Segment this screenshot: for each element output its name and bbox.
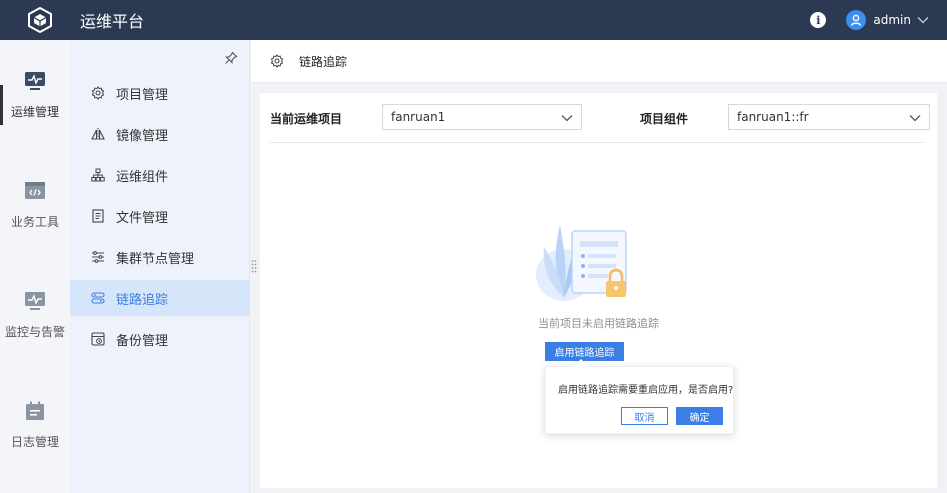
sliders-icon xyxy=(90,249,106,265)
menu-item-project[interactable]: 项目管理 xyxy=(70,75,249,111)
menu-item-tracing[interactable]: 链路追踪 xyxy=(70,280,249,316)
mirror-icon xyxy=(90,126,106,142)
rail-item-label: 日志管理 xyxy=(10,434,59,449)
code-window-icon xyxy=(25,181,45,199)
menu-item-label: 链路追踪 xyxy=(116,292,169,308)
rail-item-monitoring[interactable]: 监控与告警 xyxy=(0,260,70,370)
monitor-pulse-icon xyxy=(25,71,45,90)
top-bar: 运维平台 i admin xyxy=(0,0,947,40)
avatar[interactable] xyxy=(846,10,867,30)
confirm-popover: 启用链路追踪需要重启应用，是否启用? 取消 确定 xyxy=(545,366,734,434)
gear-icon xyxy=(90,85,106,101)
menu-item-label: 项目管理 xyxy=(116,87,169,103)
project-select-value: fanruan1 xyxy=(391,110,446,124)
chevron-down-icon xyxy=(909,112,921,126)
menu-item-backup[interactable]: 备份管理 xyxy=(70,321,249,357)
rail-item-label: 业务工具 xyxy=(10,214,59,229)
divider xyxy=(270,142,925,143)
pin-icon[interactable] xyxy=(223,50,239,66)
primary-nav-rail: 运维管理 业务工具 监控与告警 日志管理 xyxy=(0,40,70,493)
menu-item-cluster-nodes[interactable]: 集群节点管理 xyxy=(70,239,249,275)
document-icon xyxy=(90,208,106,224)
confirm-message: 启用链路追踪需要重启应用，是否启用? xyxy=(558,385,734,396)
app-title: 运维平台 xyxy=(80,12,145,31)
monitor-pulse-icon xyxy=(25,291,45,310)
empty-state-illustration-icon xyxy=(534,219,638,303)
rail-item-tools[interactable]: 业务工具 xyxy=(0,150,70,260)
page-header: 链路追踪 xyxy=(251,40,947,83)
main-panel: 当前运维项目 fanruan1 项目组件 fanruan1::fr 当前项目未启… xyxy=(260,93,937,488)
info-icon[interactable]: i xyxy=(810,12,827,28)
calendar-log-icon xyxy=(26,401,44,420)
rail-item-ops[interactable]: 运维管理 xyxy=(0,40,70,150)
menu-item-label: 集群节点管理 xyxy=(116,251,195,267)
rail-item-logs[interactable]: 日志管理 xyxy=(0,370,70,480)
gear-icon xyxy=(269,53,285,69)
username[interactable]: admin xyxy=(873,13,911,27)
component-select-label: 项目组件 xyxy=(640,112,689,126)
enable-tracing-button[interactable]: 启用链路追踪 xyxy=(545,342,624,361)
org-chart-icon xyxy=(90,167,106,183)
menu-item-files[interactable]: 文件管理 xyxy=(70,198,249,234)
component-select[interactable]: fanruan1::fr xyxy=(728,104,930,130)
menu-item-label: 镜像管理 xyxy=(116,128,169,144)
project-select[interactable]: fanruan1 xyxy=(382,104,582,130)
app-logo-icon[interactable] xyxy=(27,7,53,33)
secondary-nav-menu: 项目管理 镜像管理 运维组件 文件管理 集群节点管理 链路追踪 备份管理 xyxy=(70,40,250,493)
component-select-value: fanruan1::fr xyxy=(737,110,809,124)
menu-item-mirror[interactable]: 镜像管理 xyxy=(70,116,249,152)
cancel-button[interactable]: 取消 xyxy=(621,407,668,425)
menu-item-label: 备份管理 xyxy=(116,333,169,349)
menu-item-label: 运维组件 xyxy=(116,169,169,185)
confirm-button[interactable]: 确定 xyxy=(676,407,723,425)
menu-item-label: 文件管理 xyxy=(116,210,169,226)
trace-icon xyxy=(90,290,106,306)
project-select-label: 当前运维项目 xyxy=(270,112,343,126)
chevron-down-icon xyxy=(561,112,573,126)
backup-icon xyxy=(90,331,106,347)
menu-item-components[interactable]: 运维组件 xyxy=(70,157,249,193)
chevron-down-icon[interactable] xyxy=(917,16,929,24)
resize-handle-icon[interactable] xyxy=(251,258,257,274)
rail-item-label: 运维管理 xyxy=(10,104,59,119)
empty-state-message: 当前项目未启用链路追踪 xyxy=(538,317,659,330)
page-title: 链路追踪 xyxy=(299,54,348,69)
rail-item-label: 监控与告警 xyxy=(4,324,65,339)
